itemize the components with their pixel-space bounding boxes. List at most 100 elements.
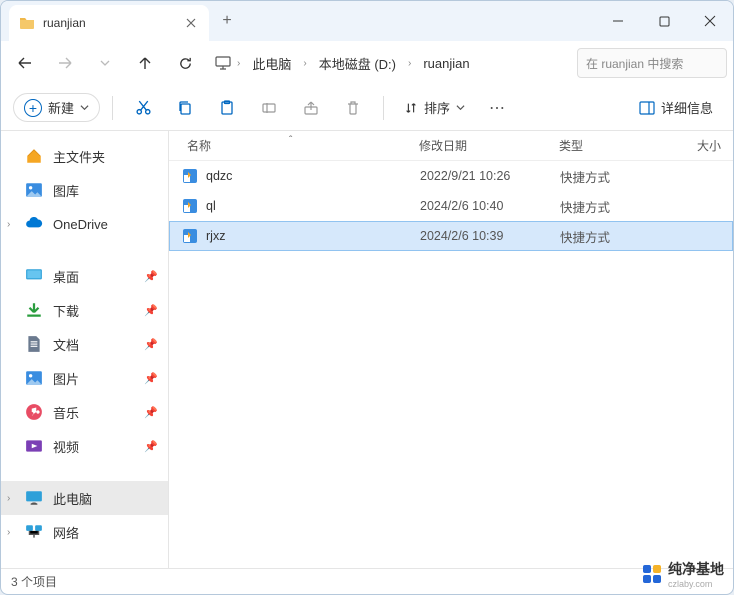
chevron-right-icon: ›: [235, 58, 242, 69]
sidebar-item-label: 文档: [53, 335, 79, 354]
delete-button[interactable]: [335, 90, 371, 126]
sort-caret-icon: ˆ: [289, 135, 292, 146]
forward-button[interactable]: [47, 45, 83, 81]
sort-icon: [404, 101, 418, 115]
sidebar-item-onedrive[interactable]: › OneDrive: [1, 207, 168, 241]
sidebar-item-thispc[interactable]: › 此电脑: [1, 481, 168, 515]
recent-dropdown[interactable]: [87, 45, 123, 81]
sidebar-item-desktop[interactable]: 桌面 📌: [1, 259, 168, 293]
sidebar-item-videos[interactable]: 视频 📌: [1, 429, 168, 463]
cut-button[interactable]: [125, 90, 161, 126]
item-count: 3 个项目: [11, 573, 57, 590]
chevron-right-icon: ›: [7, 493, 10, 504]
shortcut-icon: [182, 228, 198, 244]
share-button[interactable]: [293, 90, 329, 126]
column-type[interactable]: 类型: [559, 137, 669, 154]
tab-close-button[interactable]: [183, 15, 199, 31]
rename-button[interactable]: [251, 90, 287, 126]
watermark-brand: 纯净基地: [668, 559, 724, 579]
tab-title: ruanjian: [43, 16, 175, 30]
crumb-folder[interactable]: ruanjian: [417, 54, 475, 73]
file-name: qdzc: [206, 169, 232, 183]
file-name: rjxz: [206, 229, 225, 243]
new-button[interactable]: + 新建: [13, 93, 100, 122]
new-button-label: 新建: [48, 98, 74, 117]
pin-icon: 📌: [144, 304, 158, 317]
plus-circle-icon: +: [24, 99, 42, 117]
home-icon: [25, 147, 43, 165]
chevron-right-icon: ›: [406, 58, 413, 69]
pin-icon: 📌: [144, 372, 158, 385]
close-button[interactable]: [687, 1, 733, 41]
shortcut-icon: [182, 198, 198, 214]
sidebar-item-network[interactable]: › 网络: [1, 515, 168, 549]
sidebar: 主文件夹 图库 › OneDrive 桌面 📌 下载 📌: [1, 131, 169, 568]
watermark-logo-icon: [642, 564, 662, 584]
sidebar-item-label: 视频: [53, 437, 79, 456]
sidebar-item-label: 此电脑: [53, 489, 92, 508]
tab[interactable]: ruanjian: [9, 5, 209, 41]
column-date[interactable]: 修改日期: [419, 137, 559, 154]
column-headers: 名称 ˆ 修改日期 类型 大小: [169, 131, 733, 161]
column-size[interactable]: 大小: [669, 137, 733, 154]
music-icon: [25, 403, 43, 421]
refresh-button[interactable]: [167, 45, 203, 81]
watermark: 纯净基地 czlaby.com: [642, 559, 724, 589]
details-label: 详细信息: [661, 98, 713, 117]
picture-icon: [25, 369, 43, 387]
shortcut-icon: [182, 168, 198, 184]
folder-icon: [19, 15, 35, 31]
sidebar-item-documents[interactable]: 文档 📌: [1, 327, 168, 361]
search-input[interactable]: 在 ruanjian 中搜索: [577, 48, 727, 78]
details-icon: [639, 100, 655, 116]
document-icon: [25, 335, 43, 353]
sort-button[interactable]: 排序: [396, 94, 473, 121]
file-date: 2024/2/6 10:39: [420, 229, 560, 243]
content-area: 名称 ˆ 修改日期 类型 大小 qdzc 2022/9/21 10:26 快捷方…: [169, 131, 733, 568]
more-button[interactable]: ⋯: [479, 90, 515, 126]
copy-button[interactable]: [167, 90, 203, 126]
video-icon: [25, 437, 43, 455]
window-controls: [595, 1, 733, 41]
pin-icon: 📌: [144, 338, 158, 351]
separator: [383, 96, 384, 120]
paste-button[interactable]: [209, 90, 245, 126]
sidebar-item-label: 网络: [53, 523, 79, 542]
file-date: 2022/9/21 10:26: [420, 169, 560, 183]
search-placeholder: 在 ruanjian 中搜索: [586, 55, 683, 72]
details-pane-button[interactable]: 详细信息: [631, 94, 721, 121]
sidebar-item-label: 桌面: [53, 267, 79, 286]
watermark-url: czlaby.com: [668, 579, 724, 589]
sidebar-item-downloads[interactable]: 下载 📌: [1, 293, 168, 327]
pin-icon: 📌: [144, 440, 158, 453]
sidebar-item-music[interactable]: 音乐 📌: [1, 395, 168, 429]
file-list[interactable]: qdzc 2022/9/21 10:26 快捷方式 ql 2024/2/6 10…: [169, 161, 733, 568]
pin-icon: 📌: [144, 406, 158, 419]
file-row[interactable]: rjxz 2024/2/6 10:39 快捷方式: [169, 221, 733, 251]
file-row[interactable]: ql 2024/2/6 10:40 快捷方式: [169, 191, 733, 221]
sidebar-item-label: 图片: [53, 369, 79, 388]
minimize-button[interactable]: [595, 1, 641, 41]
back-button[interactable]: [7, 45, 43, 81]
file-name: ql: [206, 199, 216, 213]
column-name[interactable]: 名称 ˆ: [169, 137, 419, 154]
network-icon: [25, 523, 43, 541]
file-type: 快捷方式: [560, 227, 670, 246]
gallery-icon: [25, 181, 43, 199]
pc-icon: [25, 489, 43, 507]
download-icon: [25, 301, 43, 319]
navbar: › 此电脑 › 本地磁盘 (D:) › ruanjian 在 ruanjian …: [1, 41, 733, 85]
chevron-down-icon: [456, 103, 465, 112]
titlebar: ruanjian +: [1, 1, 733, 41]
up-button[interactable]: [127, 45, 163, 81]
maximize-button[interactable]: [641, 1, 687, 41]
sidebar-item-home[interactable]: 主文件夹: [1, 139, 168, 173]
breadcrumb[interactable]: › 此电脑 › 本地磁盘 (D:) › ruanjian: [207, 47, 573, 79]
toolbar: + 新建 排序 ⋯: [1, 85, 733, 131]
file-row[interactable]: qdzc 2022/9/21 10:26 快捷方式: [169, 161, 733, 191]
sidebar-item-gallery[interactable]: 图库: [1, 173, 168, 207]
new-tab-button[interactable]: +: [209, 3, 245, 39]
crumb-drive[interactable]: 本地磁盘 (D:): [313, 52, 402, 75]
crumb-thispc[interactable]: 此电脑: [246, 52, 297, 75]
sidebar-item-pictures[interactable]: 图片 📌: [1, 361, 168, 395]
